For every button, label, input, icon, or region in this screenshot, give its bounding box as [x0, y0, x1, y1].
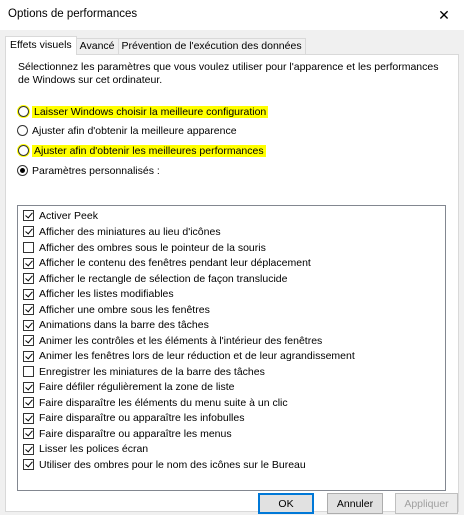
- checkbox[interactable]: [23, 319, 34, 331]
- radio-best-performance[interactable]: Ajuster afin d'obtenir les meilleures pe…: [17, 143, 266, 158]
- list-item-label: Afficher des miniatures au lieu d'icônes: [39, 225, 221, 238]
- list-item-label: Enregistrer les miniatures de la barre d…: [39, 365, 265, 378]
- list-item[interactable]: Animer les contrôles et les éléments à l…: [23, 333, 322, 349]
- cancel-button[interactable]: Annuler: [327, 493, 383, 514]
- radio-button[interactable]: [18, 145, 29, 156]
- list-item[interactable]: Afficher le rectangle de sélection de fa…: [23, 271, 287, 287]
- list-item[interactable]: Faire disparaître ou apparaître les menu…: [23, 426, 232, 442]
- list-item-label: Utiliser des ombres pour le nom des icôn…: [39, 458, 306, 471]
- radio-highlight: [17, 144, 30, 157]
- checkbox[interactable]: [23, 412, 34, 424]
- list-item[interactable]: Faire défiler régulièrement la zone de l…: [23, 380, 235, 396]
- radio-button[interactable]: [17, 125, 28, 136]
- checkbox[interactable]: [23, 242, 34, 254]
- checkbox[interactable]: [23, 226, 34, 238]
- list-item[interactable]: Faire disparaître ou apparaître les info…: [23, 411, 244, 427]
- intro-text: Sélectionnez les paramètres que vous vou…: [18, 61, 439, 86]
- window-title: Options de performances: [8, 8, 138, 20]
- list-item-label: Faire disparaître les éléments du menu s…: [39, 396, 288, 409]
- checkbox[interactable]: [23, 443, 34, 455]
- close-icon[interactable]: ✕: [424, 0, 464, 30]
- tab-effets-visuels[interactable]: Effets visuels: [5, 36, 77, 55]
- list-item-label: Faire défiler régulièrement la zone de l…: [39, 381, 235, 394]
- list-item-label: Lisser les polices écran: [39, 443, 149, 456]
- checkbox[interactable]: [23, 350, 34, 362]
- list-item-label: Faire disparaître ou apparaître les menu…: [39, 427, 232, 440]
- checkbox[interactable]: [23, 288, 34, 300]
- list-item[interactable]: Activer Peek: [23, 208, 98, 224]
- checkbox[interactable]: [23, 459, 34, 471]
- tab-strip: Effets visuels Avancé Prévention de l'ex…: [5, 36, 306, 55]
- title-bar: Options de performances ✕: [0, 0, 464, 30]
- checkbox[interactable]: [23, 335, 34, 347]
- radio-button-selected[interactable]: [17, 165, 28, 176]
- list-item[interactable]: Afficher une ombre sous les fenêtres: [23, 302, 210, 318]
- radio-label: Paramètres personnalisés :: [32, 164, 160, 177]
- list-item-label: Afficher une ombre sous les fenêtres: [39, 303, 210, 316]
- list-item-label: Animer les fenêtres lors de leur réducti…: [39, 350, 355, 363]
- radio-label: Ajuster afin d'obtenir les meilleures pe…: [32, 144, 266, 157]
- list-item[interactable]: Animer les fenêtres lors de leur réducti…: [23, 349, 355, 365]
- list-item[interactable]: Afficher le contenu des fenêtres pendant…: [23, 256, 311, 272]
- radio-best-appearance[interactable]: Ajuster afin d'obtenir la meilleure appa…: [17, 123, 237, 138]
- list-item-label: Faire disparaître ou apparaître les info…: [39, 412, 245, 425]
- tab-prevention-execution[interactable]: Prévention de l'exécution des données: [117, 38, 306, 54]
- list-item[interactable]: Utiliser des ombres pour le nom des icôn…: [23, 457, 306, 473]
- checkbox[interactable]: [23, 273, 34, 285]
- ok-button[interactable]: OK: [258, 493, 314, 514]
- checkbox[interactable]: [23, 210, 34, 222]
- list-item[interactable]: Faire disparaître les éléments du menu s…: [23, 395, 288, 411]
- list-item-label: Animer les contrôles et les éléments à l…: [39, 334, 323, 347]
- checkbox[interactable]: [23, 397, 34, 409]
- list-item-label: Afficher le contenu des fenêtres pendant…: [39, 257, 311, 270]
- list-item-label: Afficher des ombres sous le pointeur de …: [39, 241, 266, 254]
- radio-button[interactable]: [18, 106, 29, 117]
- list-item[interactable]: Lisser les polices écran: [23, 442, 148, 458]
- list-item-label: Afficher les listes modifiables: [39, 288, 174, 301]
- tab-panel: Sélectionnez les paramètres que vous vou…: [5, 54, 459, 512]
- list-item-label: Afficher le rectangle de sélection de fa…: [39, 272, 288, 285]
- list-item[interactable]: Afficher des miniatures au lieu d'icônes: [23, 224, 221, 240]
- tab-avance[interactable]: Avancé: [75, 38, 119, 54]
- radio-highlight: [17, 105, 30, 118]
- radio-custom-settings[interactable]: Paramètres personnalisés :: [17, 163, 160, 178]
- apply-button[interactable]: Appliquer: [395, 493, 458, 514]
- checkbox[interactable]: [23, 257, 34, 269]
- list-item[interactable]: Enregistrer les miniatures de la barre d…: [23, 364, 265, 380]
- checkbox[interactable]: [23, 366, 34, 378]
- list-item-label: Animations dans la barre des tâches: [39, 319, 209, 332]
- list-item[interactable]: Afficher les listes modifiables: [23, 287, 174, 303]
- checkbox[interactable]: [23, 428, 34, 440]
- radio-label: Laisser Windows choisir la meilleure con…: [32, 105, 269, 118]
- radio-windows-choose[interactable]: Laisser Windows choisir la meilleure con…: [17, 104, 269, 119]
- checkbox[interactable]: [23, 381, 34, 393]
- list-item[interactable]: Afficher des ombres sous le pointeur de …: [23, 240, 266, 256]
- list-item-label: Activer Peek: [39, 209, 98, 222]
- visual-effects-list: Activer Peek Afficher des miniatures au …: [17, 205, 446, 491]
- dialog-body: Effets visuels Avancé Prévention de l'ex…: [0, 30, 464, 515]
- list-item[interactable]: Animations dans la barre des tâches: [23, 318, 209, 334]
- checkbox[interactable]: [23, 304, 34, 316]
- radio-label: Ajuster afin d'obtenir la meilleure appa…: [32, 124, 237, 137]
